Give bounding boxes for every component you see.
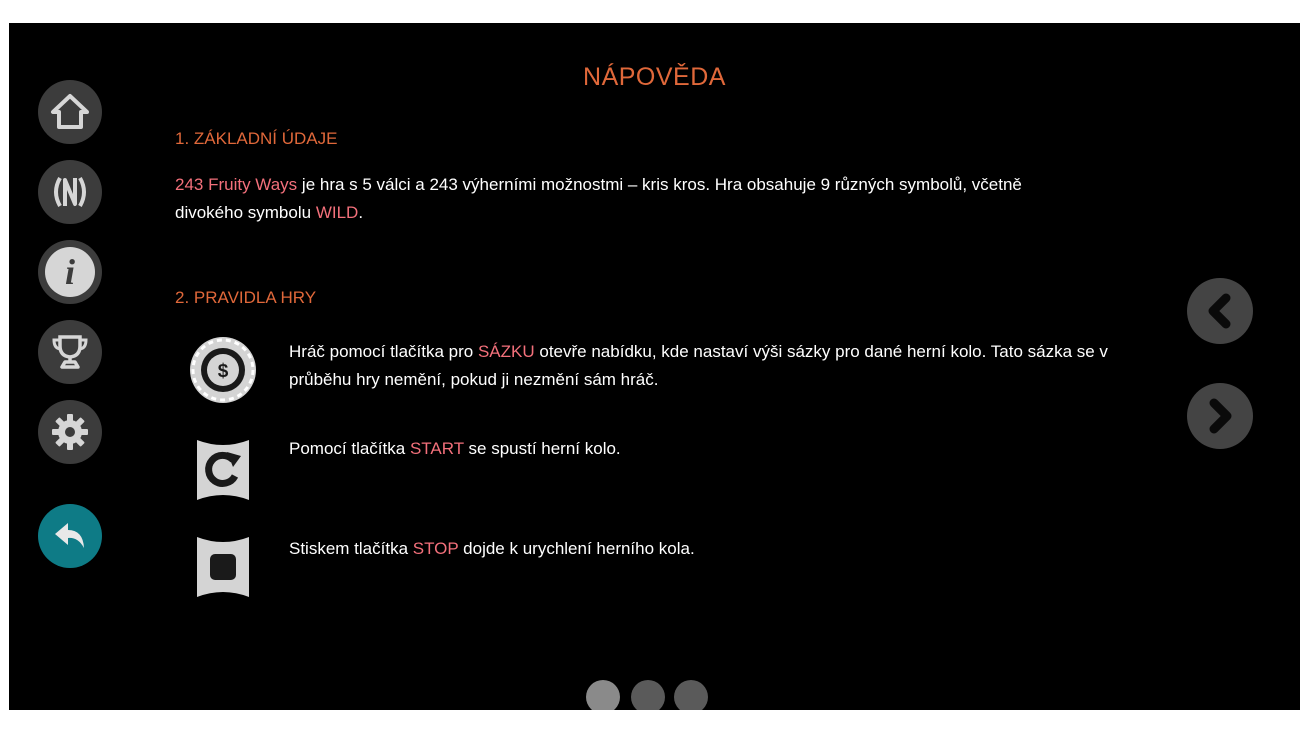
stop-square-icon (197, 537, 249, 597)
next-page-button[interactable] (1187, 383, 1253, 449)
rule-stop-text: Stiskem tlačítka STOP dojde k urychlení … (289, 539, 695, 558)
rule-bet-text: Hráč pomocí tlačítka pro SÁZKU otevře na… (289, 342, 1108, 389)
paytable-icon (54, 177, 86, 207)
chevron-right-icon (1209, 398, 1232, 434)
keyword-start: START (409, 439, 464, 458)
coin-icon: $ (190, 337, 256, 403)
trophy-button[interactable] (38, 320, 102, 384)
page-dot-1[interactable] (586, 680, 620, 710)
home-button[interactable] (38, 80, 102, 144)
home-icon (51, 94, 89, 129)
info-icon: i (45, 247, 95, 297)
info-button[interactable]: i (38, 240, 102, 304)
help-screen: NÁPOVĚDA i 1. ZÁKLADNÍ ÚDAJE 243 Fruity … (9, 23, 1300, 710)
back-button[interactable] (38, 504, 102, 568)
start-spin-icon (197, 440, 249, 500)
settings-gear-icon (52, 414, 88, 450)
start-control-icon (189, 436, 257, 504)
page-dot-2[interactable] (631, 680, 665, 710)
svg-text:$: $ (218, 361, 229, 382)
stop-control-icon (189, 533, 257, 601)
keyword-stop: STOP (412, 539, 459, 558)
wild-keyword: WILD (315, 203, 359, 222)
basic-info-text: 243 Fruity Ways je hra s 5 válci a 243 v… (175, 175, 1022, 222)
paytable-button[interactable] (38, 160, 102, 224)
settings-button[interactable] (38, 400, 102, 464)
bet-control-icon: $ (189, 336, 257, 404)
page-dot-3[interactable] (674, 680, 708, 710)
back-arrow-icon (55, 523, 84, 548)
section-heading-game-rules: 2. PRAVIDLA HRY (175, 288, 317, 307)
keyword-bet: SÁZKU (477, 342, 535, 361)
rule-start-text: Pomocí tlačítka START se spustí herní ko… (289, 439, 621, 458)
trophy-icon (52, 335, 88, 369)
chevron-left-icon (1208, 293, 1231, 329)
game-name: 243 Fruity Ways (175, 175, 298, 194)
section-heading-basic-info: 1. ZÁKLADNÍ ÚDAJE (175, 129, 338, 148)
previous-page-button[interactable] (1187, 278, 1253, 344)
page-title: NÁPOVĚDA (583, 63, 726, 91)
